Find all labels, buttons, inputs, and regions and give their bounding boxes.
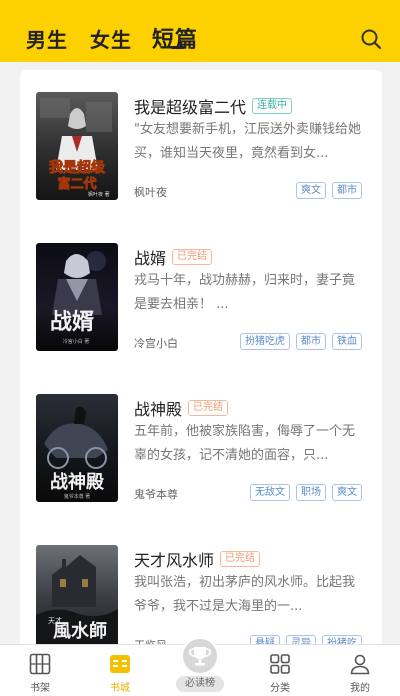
profile-icon [348,652,372,676]
tab-label: 书城 [110,683,130,694]
svg-text:我是超级: 我是超级 [49,159,106,176]
book-description: 戎马十年，战功赫赫，归来时，妻子竟是要去相亲！ ... [134,273,356,312]
status-badge: 已完结 [172,249,213,265]
tab-must-read-ranking[interactable]: 必读榜 [160,637,240,696]
trophy-icon [181,637,219,675]
list-item[interactable]: 我是超级 富二代 枫叶夜 著 我是超级富二代 连载中 "女友想要新手机，江辰送外… [20,70,382,221]
status-badge: 已完结 [188,400,229,416]
tab-bookstore[interactable]: 书城 [80,645,160,696]
status-badge: 连载中 [252,98,293,114]
list-item[interactable]: 战神殿 鬼爷本尊 著 战神殿 已完结 五年前，他被家族陷害，侮辱了一个无辜的女孩… [20,372,382,523]
book-title[interactable]: 我是超级富二代 [134,94,246,118]
tag-list: 扮猪吃虎 都市 铁血 [240,333,362,350]
svg-text:富二代: 富二代 [57,176,96,192]
tab-label: 分类 [270,683,290,694]
book-author: 鬼爷本尊 [134,488,178,501]
tab-female[interactable]: 女生 [90,24,132,53]
book-description: 我叫张浩，初出茅庐的风水师。比起我爷爷，我不过是大海里的一... [134,575,356,614]
tag[interactable]: 铁血 [332,333,362,350]
tag-list: 爽文 都市 [296,182,362,199]
active-tab-indicator [171,46,185,49]
tag[interactable]: 扮猪吃虎 [240,333,290,350]
list-item[interactable]: 战婿 冷宫小白 著 战婿 已完结 戎马十年，战功赫赫，归来时，妻子竟是要去相亲！… [20,221,382,372]
search-icon[interactable] [360,28,382,50]
tag[interactable]: 都市 [296,333,326,350]
tab-label: 书架 [30,683,50,694]
bookshelf-icon [28,652,52,676]
book-cover[interactable]: 战婿 冷宫小白 著 [36,243,118,351]
book-title[interactable]: 天才风水师 [134,547,214,571]
book-description: "女友想要新手机，江辰送外卖赚钱给她买，谁知当天夜里，竟然看到女... [134,122,361,161]
category-icon [268,652,292,676]
book-title[interactable]: 战婿 [134,245,166,269]
tag-list: 无敌文 职场 爽文 [250,484,362,501]
tag[interactable]: 职场 [296,484,326,501]
tab-bookshelf[interactable]: 书架 [0,645,80,696]
svg-text:枫叶夜 著: 枫叶夜 著 [88,191,110,198]
tab-category[interactable]: 分类 [240,645,320,696]
bottom-tab-bar: 书架 书城 必读榜 分类 我的 [0,637,400,696]
book-cover[interactable]: 战神殿 鬼爷本尊 著 [36,394,118,502]
bookstore-icon [108,652,132,676]
book-description: 五年前，他被家族陷害，侮辱了一个无辜的女孩，记不清她的面容，只... [134,424,356,463]
status-badge: 已完结 [220,551,261,567]
svg-text:战神殿: 战神殿 [50,471,105,493]
book-cover[interactable]: 我是超级 富二代 枫叶夜 著 [36,92,118,200]
list-item[interactable]: 風水師 天才 天才风水师 已完结 我叫张浩，初出茅庐的风水师。比起我爷爷，我不过… [20,523,382,650]
tab-label: 必读榜 [176,676,224,692]
book-cover[interactable]: 風水師 天才 [36,545,118,650]
svg-text:冷宫小白 著: 冷宫小白 著 [63,338,90,345]
book-author: 冷宫小白 [134,337,178,350]
book-list-card: 我是超级 富二代 枫叶夜 著 我是超级富二代 连载中 "女友想要新手机，江辰送外… [20,70,382,650]
tab-male[interactable]: 男生 [26,24,68,53]
svg-text:战婿: 战婿 [50,309,94,335]
tag[interactable]: 都市 [332,182,362,199]
tab-label: 我的 [350,683,370,694]
tab-profile[interactable]: 我的 [320,645,400,696]
tag[interactable]: 无敌文 [250,484,290,501]
book-author: 枫叶夜 [134,186,167,199]
tag[interactable]: 爽文 [296,182,326,199]
tag[interactable]: 爽文 [332,484,362,501]
svg-text:鬼爷本尊 著: 鬼爷本尊 著 [64,493,91,500]
top-header: 男生 女生 短篇 [0,0,400,62]
svg-text:天才: 天才 [48,616,62,625]
tab-short-story[interactable]: 短篇 [152,22,198,54]
book-title[interactable]: 战神殿 [134,396,182,420]
